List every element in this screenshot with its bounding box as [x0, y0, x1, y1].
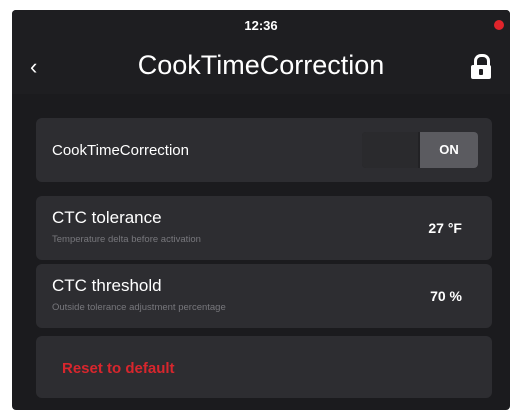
cook-time-correction-label: CookTimeCorrection [52, 142, 189, 159]
reset-to-default-label: Reset to default [62, 360, 175, 377]
header-bar: 12:36 ‹ CookTimeCorrection [12, 10, 510, 94]
lock-icon[interactable] [470, 54, 492, 80]
ctc-threshold-description: Outside tolerance adjustment percentage [52, 302, 226, 313]
ctc-threshold-label: CTC threshold [52, 276, 162, 295]
toggle-on-segment[interactable]: ON [420, 132, 478, 168]
ctc-threshold-value[interactable]: 70 % [430, 288, 462, 304]
status-indicator-dot [494, 20, 504, 30]
cook-time-correction-toggle[interactable]: ON [362, 132, 478, 168]
cook-time-correction-row: CookTimeCorrection ON [36, 118, 492, 182]
reset-to-default-button[interactable]: Reset to default [36, 336, 492, 398]
status-time: 12:36 [244, 18, 278, 33]
device-screen: 12:36 ‹ CookTimeCorrection CookTimeCorre… [12, 10, 510, 410]
ctc-tolerance-value[interactable]: 27 °F [428, 220, 462, 236]
ctc-tolerance-description: Temperature delta before activation [52, 234, 201, 245]
ctc-tolerance-row[interactable]: CTC tolerance Temperature delta before a… [36, 196, 492, 260]
toggle-off-segment[interactable] [362, 132, 418, 168]
ctc-tolerance-label: CTC tolerance [52, 208, 162, 227]
ctc-threshold-row[interactable]: CTC threshold Outside tolerance adjustme… [36, 264, 492, 328]
page-title: CookTimeCorrection [137, 50, 385, 80]
